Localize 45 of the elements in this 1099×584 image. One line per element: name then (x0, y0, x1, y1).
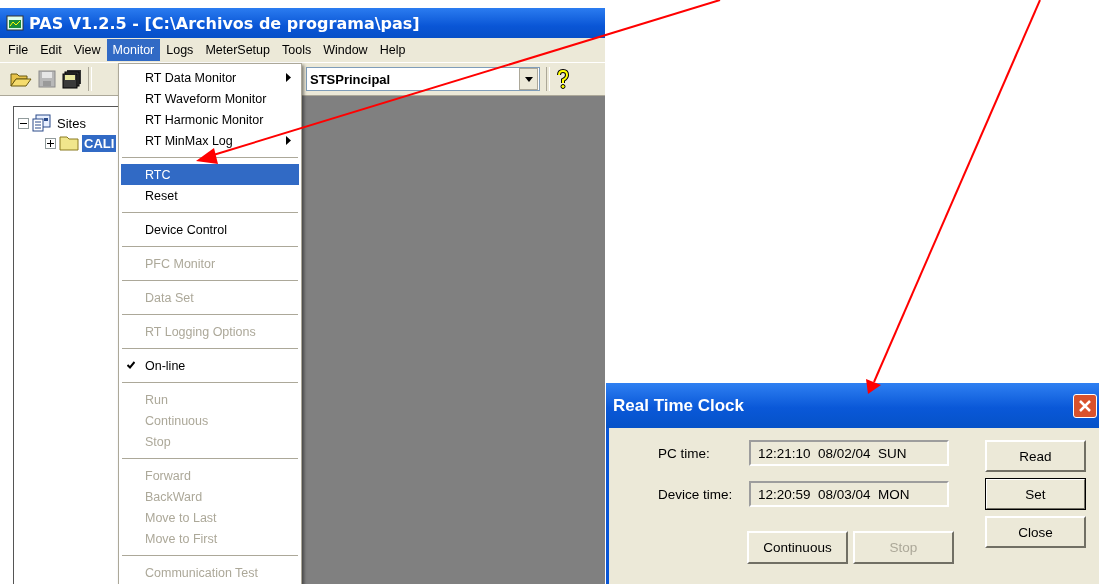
dialog-button[interactable]: Read (985, 440, 1086, 472)
save-icon (38, 70, 56, 88)
dialog-title: Real Time Clock (613, 395, 745, 416)
app-icon (6, 15, 24, 31)
save-all-icon (62, 69, 82, 89)
site-dropdown[interactable]: STSPrincipal (306, 67, 540, 91)
menu-item[interactable]: Window (317, 39, 374, 61)
menu-item[interactable]: File (2, 39, 35, 61)
expander-icon[interactable] (45, 137, 56, 149)
menu-item[interactable]: RTC (121, 164, 299, 185)
tree-item[interactable]: Sites (55, 114, 88, 132)
menu-item[interactable]: On-line (121, 355, 299, 376)
submenu-arrow-icon (286, 136, 291, 145)
time-field: 12:21:10 08/02/04 SUN (749, 440, 949, 466)
menu-item[interactable]: View (67, 39, 107, 61)
field-label: Device time: (658, 486, 734, 502)
time-field: 12:20:59 08/03/04 MON (749, 481, 949, 507)
dialog-button[interactable]: Set (985, 478, 1086, 510)
dialog-button[interactable]: Close (985, 516, 1086, 548)
menu-item[interactable]: RT Waveform Monitor (121, 88, 299, 109)
menu-item[interactable]: Edit (34, 39, 68, 61)
menu-item[interactable]: RT MinMax Log (121, 130, 299, 151)
window-title: PAS V1.2.5 - [C:\Archivos de programa\pas] (29, 13, 420, 33)
checkmark-icon (127, 361, 135, 369)
expander-icon[interactable] (18, 117, 29, 129)
menu-item[interactable]: RT Data Monitor (121, 67, 299, 88)
dropdown-arrow-icon (524, 76, 533, 82)
menu-item[interactable]: RT Harmonic Monitor (121, 109, 299, 130)
help-icon (556, 69, 570, 89)
sites-icon (32, 114, 52, 132)
dialog-button[interactable]: Continuous (747, 531, 848, 564)
menu-item[interactable]: Reset (121, 185, 299, 206)
open-folder-icon (10, 70, 32, 88)
menu-item[interactable]: Monitor (106, 39, 161, 61)
folder-icon (59, 135, 79, 151)
menu-item[interactable]: Tools (276, 39, 318, 61)
field-label: PC time: (658, 445, 711, 461)
menu-item[interactable]: MeterSetup (199, 39, 276, 61)
tree-item[interactable]: CALI (82, 134, 117, 152)
menu-item[interactable]: Device Control (121, 219, 299, 240)
close-button[interactable] (1073, 393, 1097, 418)
menu-item[interactable]: Help (373, 39, 412, 61)
close-icon (1079, 399, 1091, 412)
submenu-arrow-icon (286, 73, 291, 82)
menu-item[interactable]: Logs (160, 39, 200, 61)
